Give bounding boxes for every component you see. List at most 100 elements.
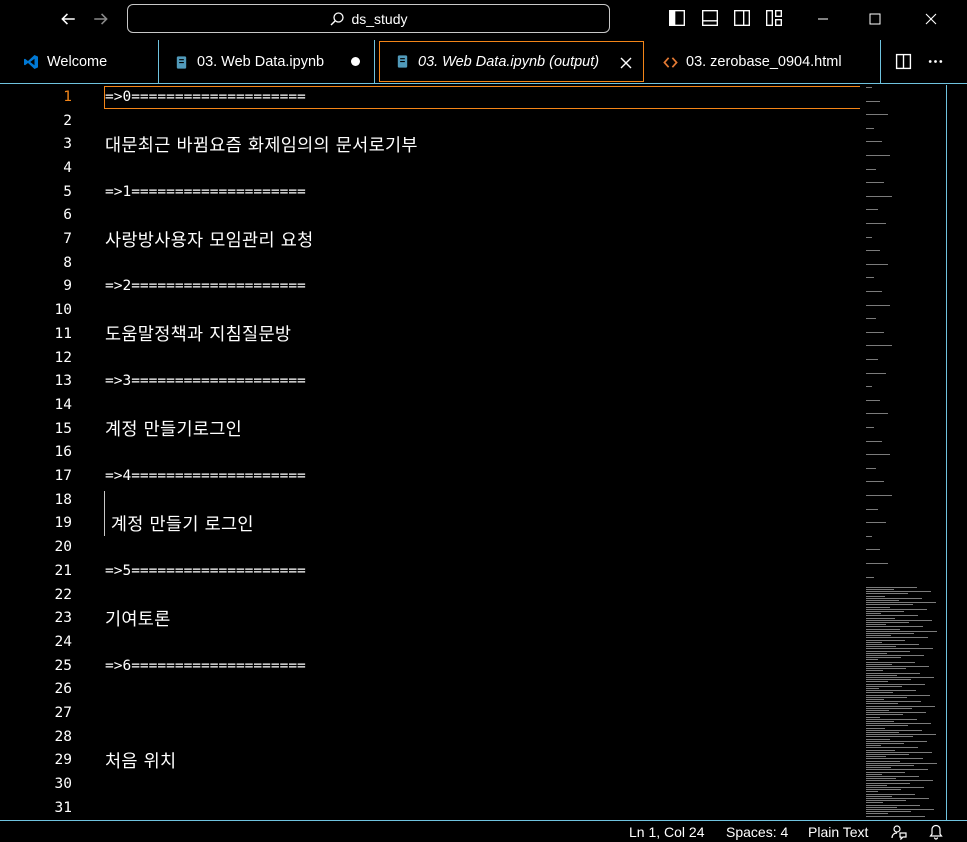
- notifications-button[interactable]: [927, 823, 945, 841]
- text-editor[interactable]: 1 =>0==================== 2 3 대문최근 바뀜요즘 화제임의…: [9, 85, 947, 820]
- forward-button[interactable]: [88, 6, 114, 32]
- maximize-button[interactable]: [852, 0, 898, 38]
- editor-line[interactable]: 16: [9, 441, 859, 465]
- editor-line[interactable]: 13 =>3====================: [9, 369, 859, 393]
- editor-line[interactable]: 1 =>0====================: [9, 85, 860, 109]
- indentation-status[interactable]: Spaces: 4: [726, 824, 788, 840]
- line-text: =>2====================: [105, 278, 306, 295]
- minimap-line: [866, 707, 912, 709]
- minimap-line: [866, 617, 895, 619]
- editor-line[interactable]: 28: [9, 725, 859, 749]
- editor-line[interactable]: 15 계정 만들기로그인: [9, 417, 859, 441]
- minimap-line: [866, 576, 874, 578]
- close-window-button[interactable]: [908, 0, 954, 38]
- tab-welcome[interactable]: Welcome: [9, 40, 159, 84]
- cursor-position[interactable]: Ln 1, Col 24: [629, 824, 705, 840]
- minimap-line: [866, 683, 925, 685]
- editor-line[interactable]: 3 대문최근 바뀜요즘 화제임의의 문서로기부: [9, 132, 859, 156]
- minimap-line: [866, 736, 913, 738]
- editor-line[interactable]: 10: [9, 298, 859, 322]
- line-number: 31: [54, 799, 72, 816]
- toggle-secondary-sidebar-button[interactable]: [732, 8, 752, 28]
- minimap-line: [866, 782, 910, 784]
- editor-line[interactable]: 30: [9, 772, 859, 796]
- toggle-panel-button[interactable]: [700, 8, 720, 28]
- line-number: 5: [63, 183, 72, 200]
- feedback-button[interactable]: [890, 823, 908, 841]
- minimap-line: [866, 399, 880, 401]
- editor-line[interactable]: 12: [9, 346, 859, 370]
- split-editor-button[interactable]: [892, 50, 914, 72]
- minimap-line: [866, 250, 880, 252]
- editor-line[interactable]: 23 기여토론: [9, 606, 859, 630]
- minimize-button[interactable]: [800, 0, 846, 38]
- editor-line[interactable]: 26: [9, 678, 859, 702]
- minimap-line: [866, 734, 936, 736]
- minimap-line: [866, 563, 888, 564]
- line-number: 25: [54, 657, 72, 674]
- minimap-line: [866, 710, 889, 711]
- editor-line[interactable]: 18: [9, 488, 859, 512]
- editor-line[interactable]: 27: [9, 701, 859, 725]
- editor-line[interactable]: 22: [9, 583, 859, 607]
- editor-line[interactable]: 8: [9, 251, 859, 275]
- minimap-line: [866, 668, 906, 670]
- back-button[interactable]: [55, 6, 81, 32]
- editor-line[interactable]: 6: [9, 204, 859, 228]
- minimap-line: [866, 602, 936, 604]
- minimap-line: [866, 291, 882, 292]
- minimap-line: [866, 666, 929, 667]
- more-actions-button[interactable]: [924, 50, 946, 72]
- language-mode[interactable]: Plain Text: [808, 824, 868, 840]
- minimap-line: [866, 608, 927, 610]
- editor-line[interactable]: 20: [9, 535, 859, 559]
- editor-line[interactable]: 17 =>4====================: [9, 464, 859, 488]
- editor-line[interactable]: 21 =>5====================: [9, 559, 859, 583]
- editor-line[interactable]: 11 도움말정책과 지침질문방: [9, 322, 859, 346]
- editor-line[interactable]: 14: [9, 393, 859, 417]
- minimap-line: [866, 591, 931, 593]
- minimap-line: [866, 738, 890, 740]
- editor-line[interactable]: 9 =>2====================: [9, 275, 859, 299]
- tab-web-data-output[interactable]: 03. Web Data.ipynb (output): [379, 41, 644, 82]
- minimap-line: [866, 628, 900, 630]
- customize-layout-button[interactable]: [764, 8, 784, 28]
- close-tab-button[interactable]: [617, 54, 635, 72]
- minimap-line: [866, 718, 917, 720]
- line-text: =>5====================: [105, 562, 306, 579]
- line-text: 사랑방사용자 모임관리 요청: [105, 230, 314, 251]
- editor-line[interactable]: 7 사랑방사용자 모임관리 요청: [9, 227, 859, 251]
- editor-line[interactable]: 29 처음 위치: [9, 749, 859, 773]
- command-center-search[interactable]: ds_study: [127, 4, 610, 33]
- minimap-line: [866, 386, 872, 388]
- editor-line[interactable]: 25 =>6====================: [9, 654, 859, 678]
- minimap-line: [866, 277, 874, 279]
- minimap-line: [866, 670, 883, 672]
- minimap-line: [866, 209, 878, 211]
- indent-guide: [104, 490, 105, 537]
- editor-line[interactable]: 4: [9, 156, 859, 180]
- tab-label: Welcome: [47, 54, 108, 70]
- minimap-line: [866, 440, 882, 442]
- editor-line[interactable]: 31: [9, 796, 859, 820]
- minimap-line: [866, 535, 872, 537]
- minimap-line: [866, 236, 872, 238]
- minimap-line: [866, 751, 932, 753]
- line-number: 6: [63, 207, 72, 224]
- editor-line[interactable]: 5 =>1====================: [9, 180, 859, 204]
- minimap[interactable]: [864, 85, 947, 820]
- editor-line[interactable]: 24: [9, 630, 859, 654]
- minimap-line: [866, 650, 910, 652]
- html-brackets-icon: [662, 54, 678, 70]
- toggle-primary-sidebar-button[interactable]: [667, 8, 687, 28]
- line-number: 20: [54, 539, 72, 556]
- line-number: 30: [54, 776, 72, 793]
- unsaved-changes-dot[interactable]: [351, 57, 360, 66]
- editor-line[interactable]: 19 계정 만들기 로그인: [9, 512, 859, 536]
- tab-web-data-notebook[interactable]: 03. Web Data.ipynb: [159, 40, 375, 84]
- notebook-icon: [394, 54, 410, 70]
- editor-line[interactable]: 2: [9, 109, 859, 133]
- tab-zerobase-html[interactable]: 03. zerobase_0904.html: [648, 40, 880, 84]
- minimap-line: [866, 522, 886, 524]
- minimap-line: [866, 749, 895, 751]
